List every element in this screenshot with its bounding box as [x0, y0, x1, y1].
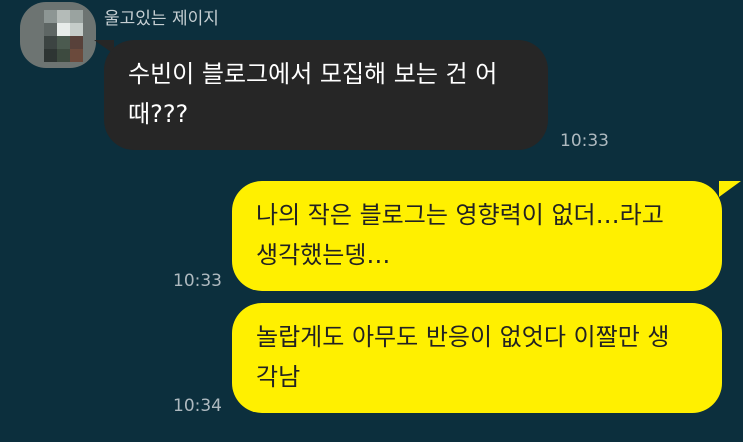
sender-avatar[interactable]: [20, 2, 96, 68]
outgoing-bubble-tail: [719, 181, 741, 197]
message-timestamp: 10:34: [173, 396, 222, 416]
message-text-line: 나의 작은 블로그는 영향력이 없더…라고: [256, 201, 664, 229]
outgoing-message-bubble[interactable]: 나의 작은 블로그는 영향력이 없더…라고 생각했는뎅…: [232, 181, 722, 291]
message-text-line: 수빈이 블로그에서 모집해 보는 건 어: [128, 60, 498, 88]
message-text-line: 생각했는뎅…: [256, 241, 391, 269]
message-text-line: 각남: [256, 363, 301, 391]
message-text-line: 놀랍게도 아무도 반응이 없엇다 이짤만 생: [256, 323, 670, 351]
message-timestamp: 10:33: [173, 271, 222, 291]
outgoing-message-bubble[interactable]: 놀랍게도 아무도 반응이 없엇다 이짤만 생 각남: [232, 303, 722, 413]
message-text-line: 때???: [128, 100, 189, 128]
message-timestamp: 10:33: [560, 131, 609, 151]
sender-name: 울고있는 제이지: [104, 9, 219, 29]
incoming-message-bubble[interactable]: 수빈이 블로그에서 모집해 보는 건 어 때???: [104, 40, 548, 150]
